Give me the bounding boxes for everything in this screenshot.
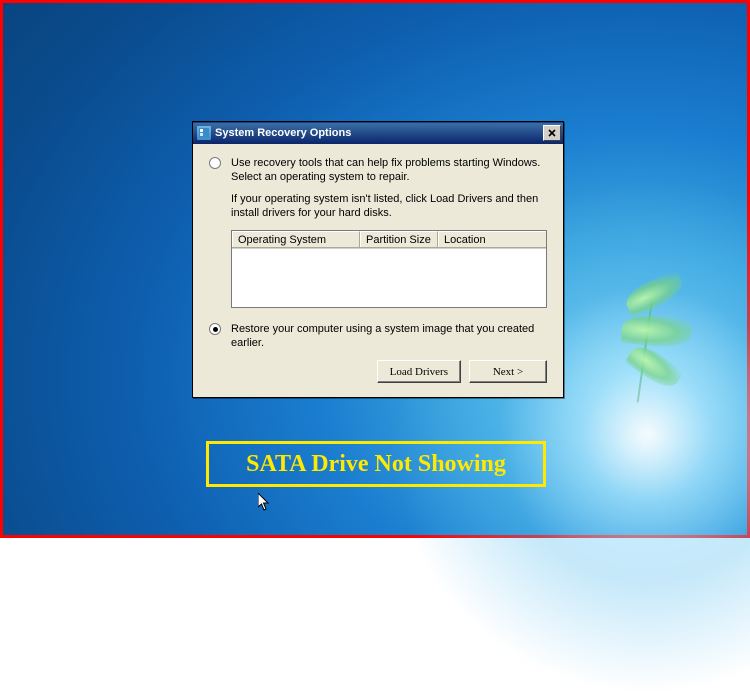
list-header: Operating System Partition Size Location bbox=[232, 231, 546, 249]
load-drivers-button[interactable]: Load Drivers bbox=[377, 360, 461, 383]
option-restore-image-label: Restore your computer using a system ima… bbox=[231, 322, 547, 350]
column-location[interactable]: Location bbox=[438, 231, 546, 248]
radio-recovery-tools[interactable] bbox=[209, 157, 221, 169]
column-partition-size[interactable]: Partition Size bbox=[360, 231, 438, 248]
dialog-body: Use recovery tools that can help fix pro… bbox=[193, 144, 563, 397]
button-row: Load Drivers Next > bbox=[209, 360, 547, 383]
column-os[interactable]: Operating System bbox=[232, 231, 360, 248]
load-drivers-hint: If your operating system isn't listed, c… bbox=[231, 192, 547, 220]
option-recovery-tools[interactable]: Use recovery tools that can help fix pro… bbox=[209, 156, 547, 184]
os-list[interactable]: Operating System Partition Size Location bbox=[231, 230, 547, 308]
next-button[interactable]: Next > bbox=[469, 360, 547, 383]
option-recovery-tools-label: Use recovery tools that can help fix pro… bbox=[231, 156, 547, 184]
titlebar[interactable]: System Recovery Options bbox=[193, 122, 563, 144]
close-button[interactable] bbox=[543, 125, 561, 141]
dialog-title: System Recovery Options bbox=[215, 127, 543, 139]
option-restore-image[interactable]: Restore your computer using a system ima… bbox=[209, 322, 547, 350]
system-recovery-dialog: System Recovery Options Use recovery too… bbox=[192, 121, 564, 398]
radio-restore-image[interactable] bbox=[209, 323, 221, 335]
app-icon bbox=[197, 126, 211, 140]
annotation-overlay: SATA Drive Not Showing bbox=[206, 441, 546, 487]
